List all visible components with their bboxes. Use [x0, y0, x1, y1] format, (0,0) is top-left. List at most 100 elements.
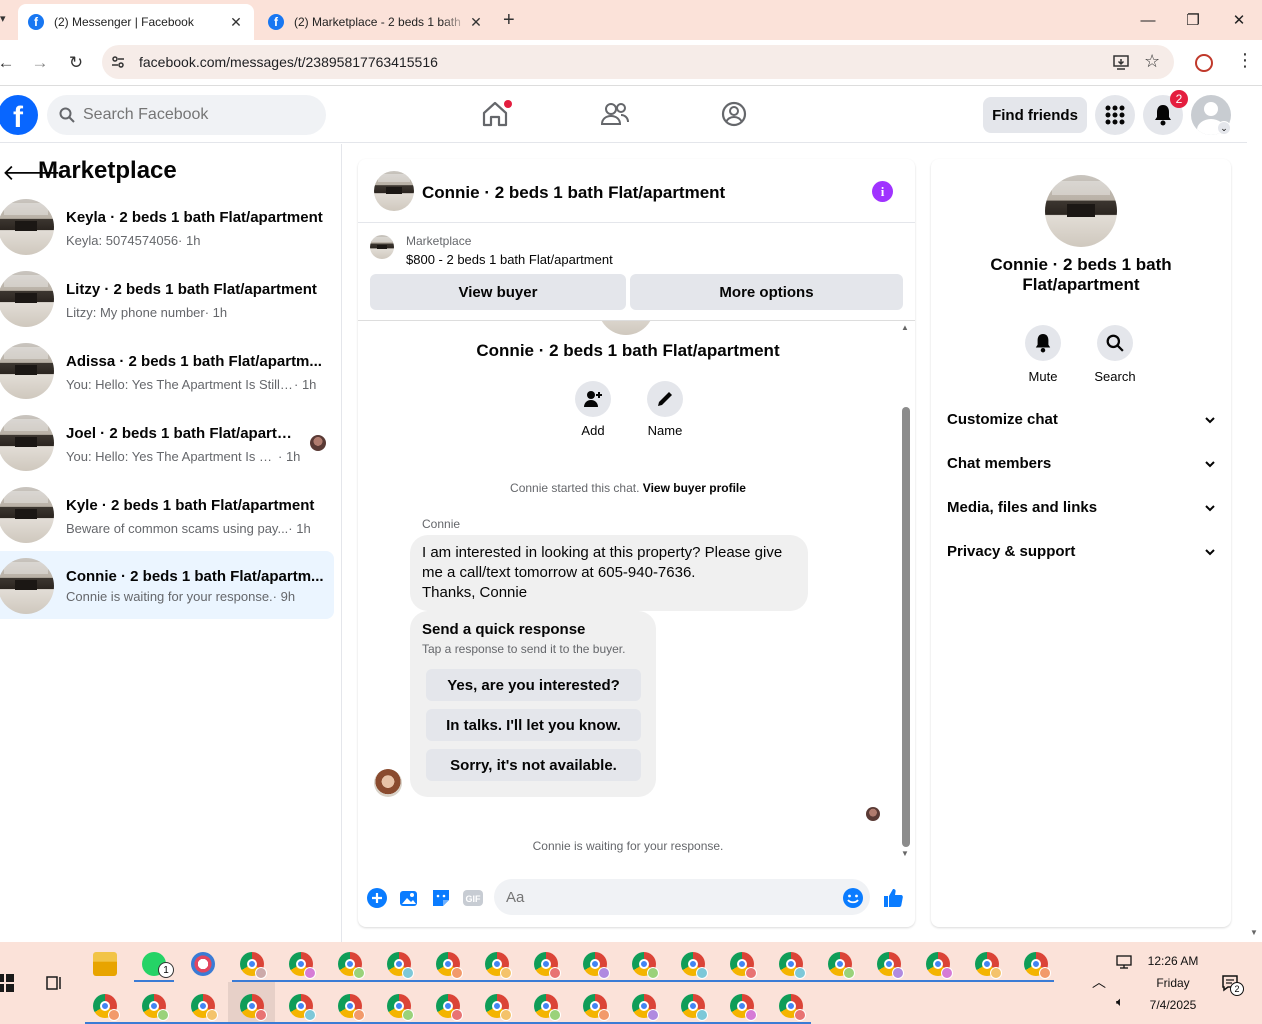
minimize-button[interactable]: —: [1136, 8, 1160, 32]
view-buyer-profile-link[interactable]: View buyer profile: [643, 481, 746, 495]
chrome-profile-icon[interactable]: [730, 994, 757, 1021]
chrome-profile-icon[interactable]: [338, 994, 365, 1021]
reload-icon[interactable]: ↻: [64, 51, 88, 75]
chrome-profile-icon[interactable]: [142, 994, 169, 1021]
message-input[interactable]: [494, 879, 870, 915]
quick-response-button[interactable]: In talks. I'll let you know.: [426, 709, 641, 741]
chrome-profile-icon[interactable]: [436, 994, 463, 1021]
chrome-profile-icon[interactable]: [289, 952, 316, 979]
more-options-button[interactable]: More options: [630, 274, 903, 310]
chat-members-section[interactable]: Chat members: [947, 455, 1217, 479]
facebook-logo-icon[interactable]: f: [0, 95, 38, 135]
scroll-down-arrow-icon[interactable]: ▼: [901, 849, 909, 858]
bookmark-star-icon[interactable]: ☆: [1144, 51, 1160, 72]
tab-close-icon[interactable]: ✕: [468, 14, 484, 31]
profile-icon[interactable]: [1195, 54, 1213, 72]
conversation-title[interactable]: Connie · 2 beds 1 bath Flat/apartment: [422, 183, 725, 203]
view-buyer-button[interactable]: View buyer: [370, 274, 626, 310]
buyer-avatar[interactable]: [374, 769, 402, 797]
more-actions-plus-icon[interactable]: [366, 887, 388, 909]
listing-title[interactable]: $800 - 2 beds 1 bath Flat/apartment: [406, 252, 613, 267]
media-files-links-section[interactable]: Media, files and links: [947, 499, 1217, 523]
chrome-profile-icon[interactable]: [1024, 952, 1051, 979]
privacy-support-section[interactable]: Privacy & support: [947, 543, 1217, 567]
chat-list-item[interactable]: Adissa · 2 beds 1 bath Flat/apartm... Yo…: [0, 343, 334, 411]
chat-list-item[interactable]: Litzy · 2 beds 1 bath Flat/apartment Lit…: [0, 271, 334, 339]
chrome-profile-icon[interactable]: [583, 952, 610, 979]
chrome-profile-icon[interactable]: [632, 952, 659, 979]
account-chevron-icon[interactable]: ⌄: [1217, 121, 1231, 135]
search-in-chat-button[interactable]: Search: [1085, 325, 1145, 384]
task-view-icon[interactable]: [45, 974, 63, 992]
clock-date[interactable]: 7/4/2025: [1142, 998, 1204, 1012]
chat-list-item[interactable]: Keyla · 2 beds 1 bath Flat/apartment Key…: [0, 199, 334, 267]
chrome-profile-icon[interactable]: [975, 952, 1002, 979]
attach-photo-icon[interactable]: [398, 887, 420, 909]
listing-thumbnail[interactable]: [370, 235, 394, 259]
page-scroll-down-icon[interactable]: ▼: [1250, 928, 1258, 937]
message-thread[interactable]: Connie · 2 beds 1 bath Flat/apartment Ad…: [358, 321, 915, 861]
restore-button[interactable]: ❐: [1181, 8, 1205, 32]
chrome-profile-icon[interactable]: [779, 994, 806, 1021]
scroll-up-arrow-icon[interactable]: ▲: [901, 323, 909, 332]
search-box[interactable]: [47, 95, 326, 135]
page-scrollbar[interactable]: ▼: [1247, 143, 1262, 942]
name-button[interactable]: Name: [635, 381, 695, 438]
snipping-tool-icon[interactable]: [191, 952, 215, 976]
windows-start-icon[interactable]: [0, 974, 14, 992]
chrome-profile-icon[interactable]: [877, 952, 904, 979]
chrome-profile-icon[interactable]: [632, 994, 659, 1021]
chrome-profile-icon[interactable]: [289, 994, 316, 1021]
chrome-profile-icon[interactable]: [436, 952, 463, 979]
scrollbar-thumb[interactable]: [902, 407, 910, 847]
chrome-profile-icon[interactable]: [534, 994, 561, 1021]
new-tab-button[interactable]: +: [503, 9, 515, 32]
chrome-profile-icon[interactable]: [779, 952, 806, 979]
network-icon[interactable]: [1116, 954, 1132, 970]
tab-search-chevron[interactable]: ▾: [0, 12, 6, 25]
info-icon[interactable]: i: [872, 181, 893, 202]
incoming-message[interactable]: I am interested in looking at this prope…: [410, 535, 808, 611]
chrome-profile-icon[interactable]: [387, 952, 414, 979]
find-friends-button[interactable]: Find friends: [983, 97, 1087, 133]
chrome-profile-icon[interactable]: [338, 952, 365, 979]
thumbs-up-icon[interactable]: [882, 887, 904, 909]
clock-time[interactable]: 12:26 AM: [1142, 954, 1204, 968]
volume-icon[interactable]: 🔈︎: [1116, 994, 1124, 1010]
chrome-profile-icon[interactable]: [191, 994, 218, 1021]
close-window-button[interactable]: ✕: [1227, 8, 1251, 32]
friends-icon[interactable]: [600, 99, 630, 129]
add-people-button[interactable]: Add: [563, 381, 623, 438]
clock-day[interactable]: Friday: [1142, 976, 1204, 990]
chat-list-item[interactable]: Joel · 2 beds 1 bath Flat/apartm... You:…: [0, 415, 334, 483]
sticker-icon[interactable]: [430, 887, 452, 909]
chrome-profile-icon[interactable]: [681, 994, 708, 1021]
customize-chat-section[interactable]: Customize chat: [947, 411, 1217, 435]
chrome-profile-icon[interactable]: [240, 994, 267, 1021]
chat-list-item-selected[interactable]: Connie · 2 beds 1 bath Flat/apartm... Co…: [0, 551, 334, 619]
gaming-icon[interactable]: [719, 99, 749, 129]
menu-button[interactable]: [1095, 95, 1135, 135]
profile-photo[interactable]: [1045, 175, 1117, 247]
emoji-icon[interactable]: [842, 887, 864, 909]
tab-messenger[interactable]: f (2) Messenger | Facebook ✕: [18, 4, 254, 40]
show-hidden-icons-chevron[interactable]: ︿: [1092, 972, 1106, 992]
tab-marketplace[interactable]: f (2) Marketplace - 2 beds 1 bath ✕: [258, 4, 494, 40]
quick-response-button[interactable]: Yes, are you interested?: [426, 669, 641, 701]
chrome-profile-icon[interactable]: [828, 952, 855, 979]
chat-avatar[interactable]: [374, 171, 414, 211]
forward-icon[interactable]: →: [28, 51, 52, 75]
chrome-profile-icon[interactable]: [730, 952, 757, 979]
browser-menu-icon[interactable]: ⋮: [1236, 50, 1254, 71]
tab-close-icon[interactable]: ✕: [228, 14, 244, 31]
quick-response-button[interactable]: Sorry, it's not available.: [426, 749, 641, 781]
gif-icon[interactable]: GIF: [462, 887, 484, 909]
chrome-profile-icon[interactable]: [485, 952, 512, 979]
file-explorer-icon[interactable]: [93, 952, 117, 976]
chrome-profile-icon[interactable]: [926, 952, 953, 979]
install-app-icon[interactable]: [1112, 53, 1130, 71]
mute-button[interactable]: Mute: [1013, 325, 1073, 384]
chrome-profile-icon[interactable]: [681, 952, 708, 979]
omnibox[interactable]: facebook.com/messages/t/2389581776341551…: [102, 45, 1174, 79]
chat-list-item[interactable]: Kyle · 2 beds 1 bath Flat/apartment Bewa…: [0, 487, 334, 555]
